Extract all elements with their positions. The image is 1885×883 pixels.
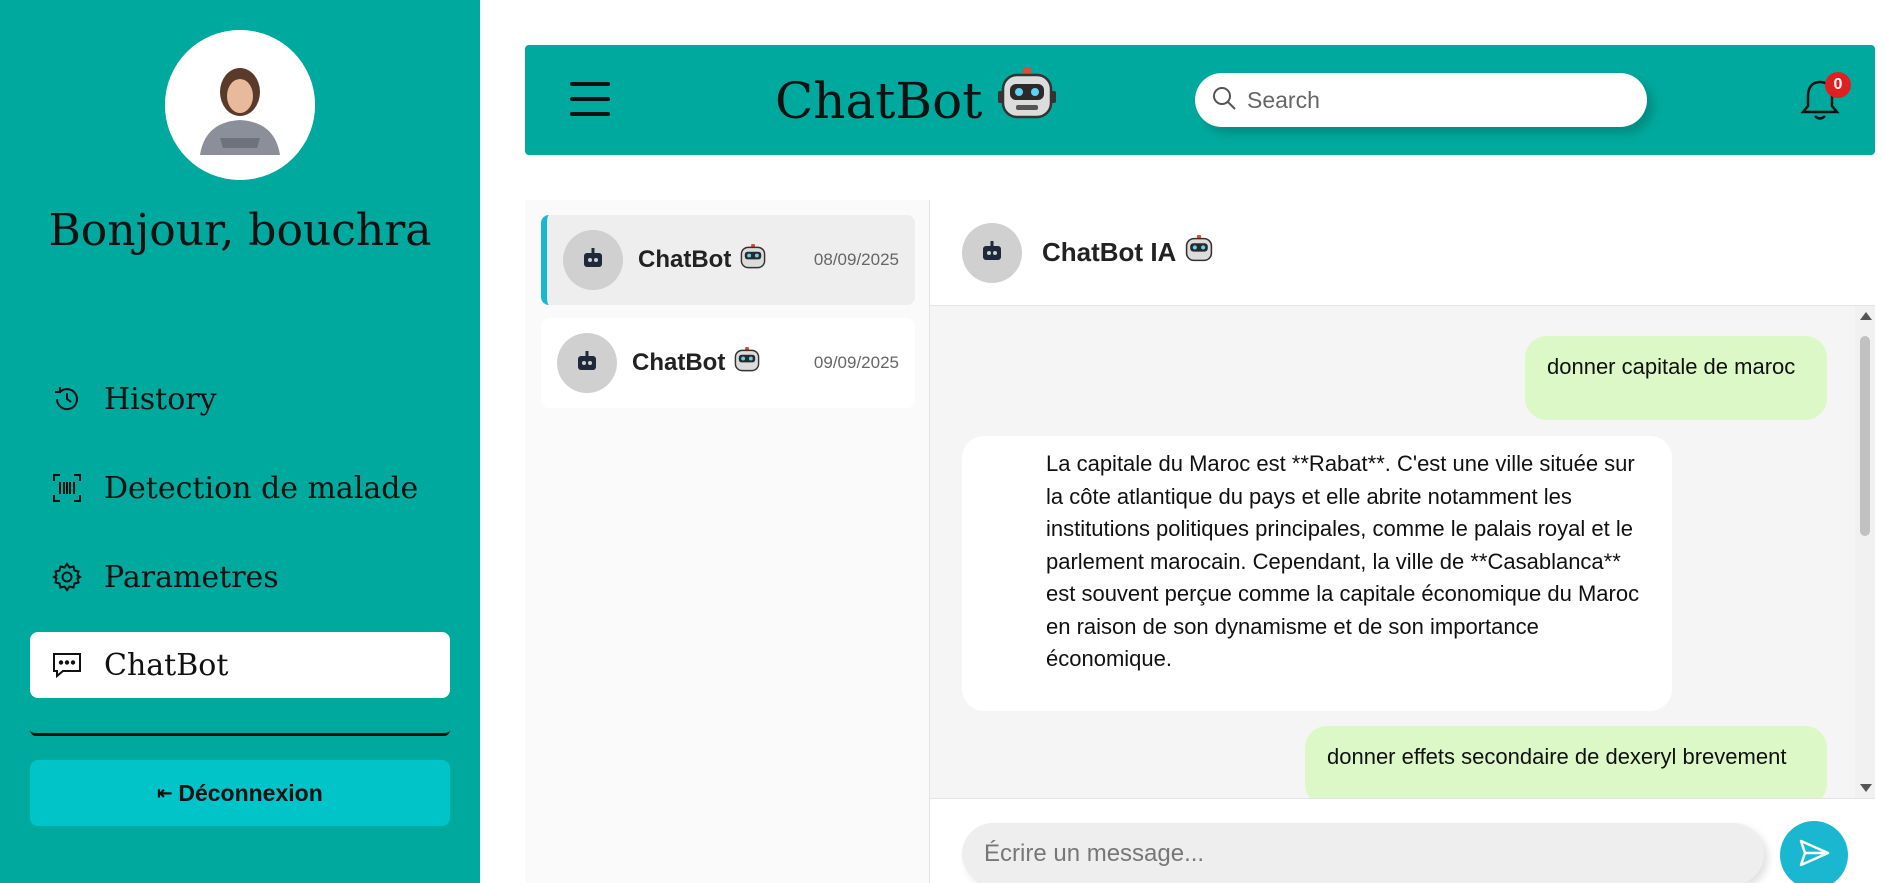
user-avatar[interactable] <box>165 30 315 180</box>
search-icon <box>1211 85 1237 116</box>
message-list[interactable]: donner capitale de maroc La capitale du … <box>930 306 1855 798</box>
bot-avatar <box>557 333 617 393</box>
chat-panel: ChatBot IA donner capitale de maroc La c… <box>930 200 1875 883</box>
sidebar-item-label: Detection de malade <box>104 470 419 506</box>
send-button[interactable] <box>1780 821 1848 883</box>
scroll-down-arrow-icon[interactable] <box>1860 784 1872 792</box>
conversation-name-label: ChatBot <box>632 349 726 376</box>
sidebar-item-detection[interactable]: Detection de malade <box>30 455 450 521</box>
greeting-text: Bonjour, bouchra <box>48 205 432 256</box>
sidebar-item-label: History <box>104 381 217 417</box>
scroll-up-arrow-icon[interactable] <box>1860 312 1872 320</box>
sidebar-item-chatbot[interactable]: ChatBot <box>30 632 450 698</box>
conversation-name-label: ChatBot <box>638 246 732 273</box>
conversation-date: 09/09/2025 <box>813 353 899 372</box>
logout-icon: ⇤ <box>157 782 173 803</box>
bot-message: La capitale du Maroc est **Rabat**. C'es… <box>962 436 1672 711</box>
sidebar-item-label: ChatBot <box>104 647 229 683</box>
clock-icon <box>50 382 84 416</box>
bot-avatar <box>563 230 623 290</box>
bot-avatar <box>962 222 1022 283</box>
message-composer <box>930 798 1875 883</box>
robot-icon <box>733 346 761 381</box>
chat-title-label: ChatBot IA <box>1042 237 1177 267</box>
logout-button[interactable]: ⇤ Déconnexion <box>30 760 450 826</box>
search-input[interactable] <box>1247 86 1627 114</box>
conversation-name: ChatBot <box>638 243 767 278</box>
top-bar: ChatBot Search 0 <box>525 45 1875 155</box>
robot-icon <box>1184 234 1214 271</box>
logout-label: Déconnexion <box>178 779 323 806</box>
notification-badge: 0 <box>1825 72 1851 98</box>
barcode-scan-icon <box>50 471 84 505</box>
sidebar: Bonjour, bouchra History Detection de ma… <box>0 0 480 883</box>
sidebar-item-parametres[interactable]: Parametres <box>30 544 450 610</box>
sidebar-item-history[interactable]: History <box>30 366 450 432</box>
conversation-name: ChatBot <box>632 346 761 381</box>
conversation-date: 08/09/2025 <box>813 250 899 269</box>
app-root: Bonjour, bouchra History Detection de ma… <box>0 0 1885 883</box>
chat-scrollbar[interactable] <box>1855 306 1875 798</box>
message-input[interactable] <box>962 823 1764 883</box>
user-message: donner capitale de maroc <box>1525 336 1827 420</box>
scroll-thumb[interactable] <box>1860 336 1870 536</box>
search-box[interactable] <box>1195 73 1647 127</box>
chat-bubble-icon <box>50 648 84 682</box>
robot-icon <box>998 67 1057 135</box>
conversation-item[interactable]: ChatBot 08/09/2025 <box>541 215 915 305</box>
sidebar-divider <box>30 730 450 736</box>
chat-header: ChatBot IA <box>930 200 1875 306</box>
chat-title: ChatBot IA <box>1042 234 1214 271</box>
conversation-item[interactable]: ChatBot 09/09/2025 <box>541 318 915 408</box>
brand-label: ChatBot <box>775 72 983 130</box>
gear-icon <box>50 560 84 594</box>
conversation-list: ChatBot 08/09/2025 ChatBot 09/09/2025 <box>525 200 930 883</box>
menu-icon[interactable] <box>570 82 610 118</box>
brand-title: ChatBot <box>775 67 1057 135</box>
robot-icon <box>739 243 767 278</box>
user-message: donner effets secondaire de dexeryl brev… <box>1305 726 1827 798</box>
send-icon <box>1797 836 1831 875</box>
sidebar-item-label: Parametres <box>104 559 279 595</box>
